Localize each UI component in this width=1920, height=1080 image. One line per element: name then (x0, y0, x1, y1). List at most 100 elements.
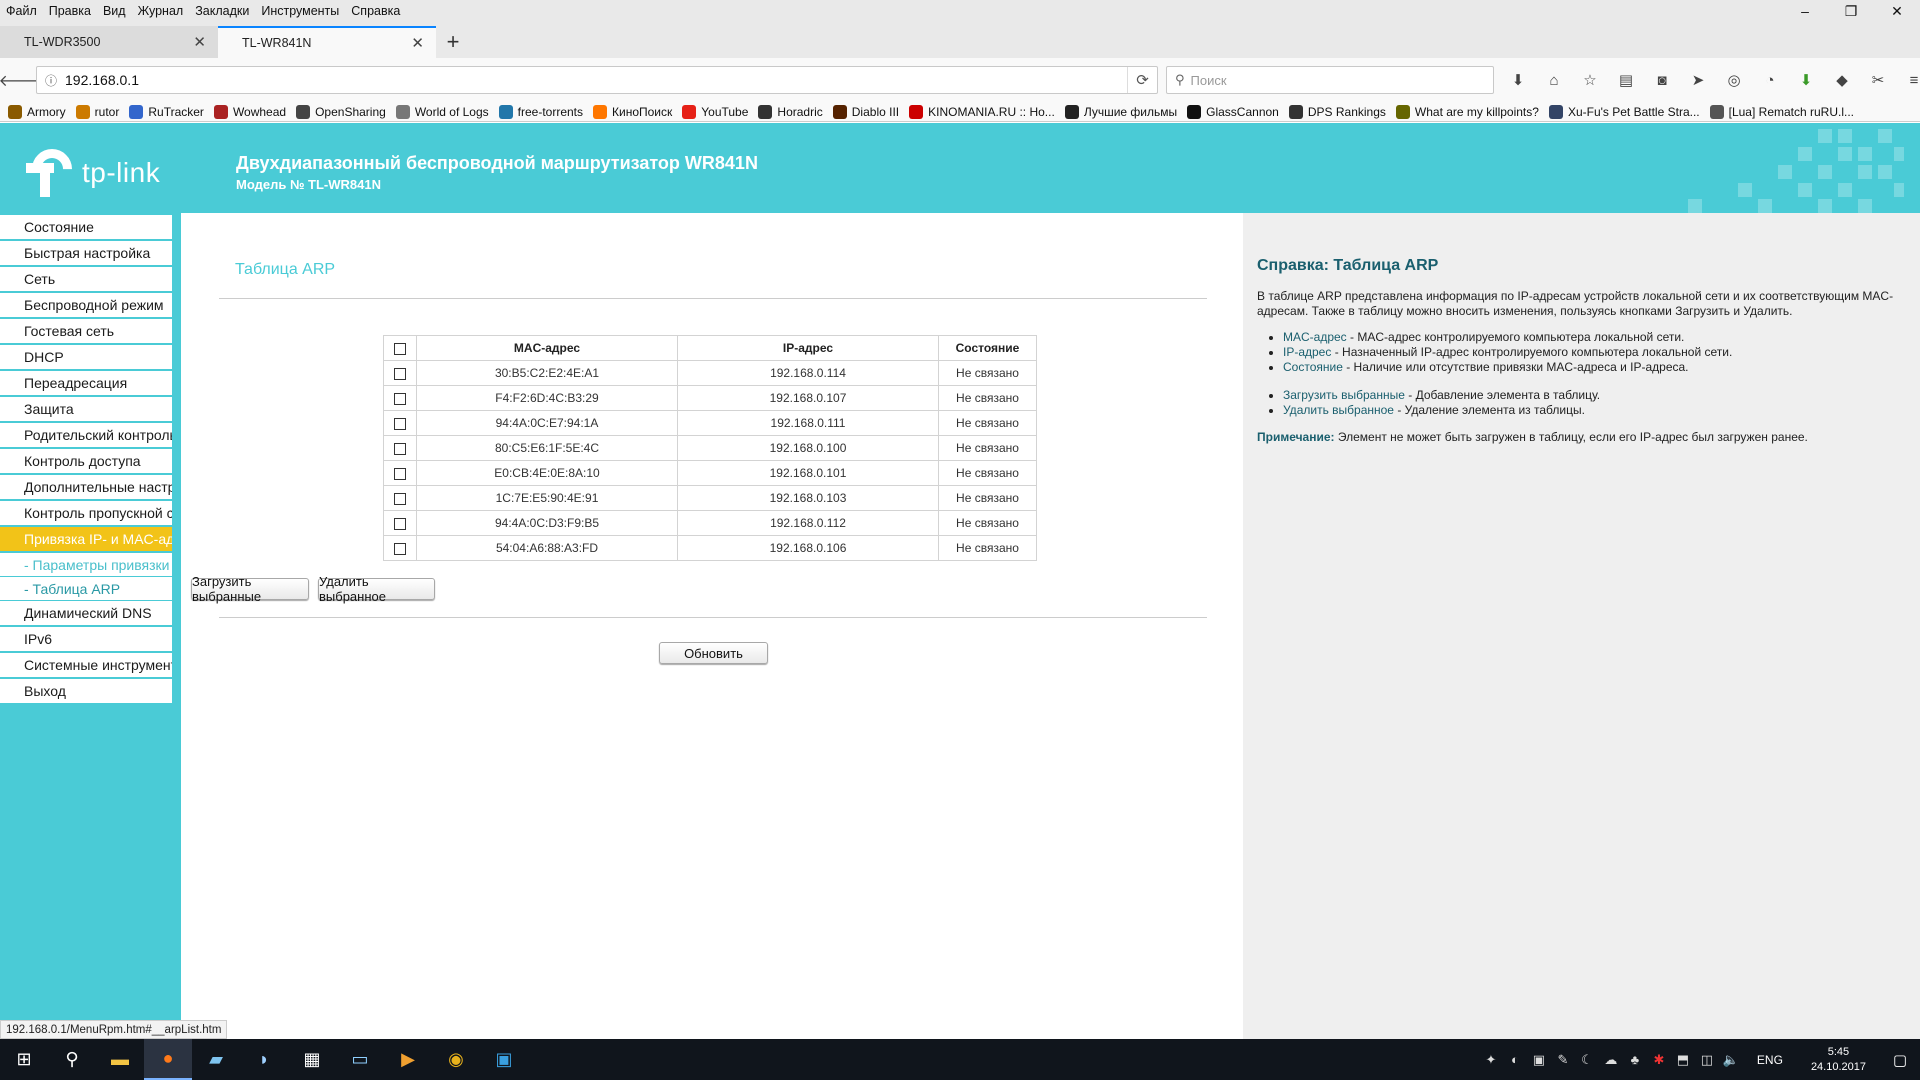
sidebar-item-ip-mac-binding[interactable]: Привязка IP- и MAC-адресов (0, 527, 172, 551)
menu-tools[interactable]: Инструменты (255, 4, 345, 18)
addon-download-icon[interactable]: ⬇ (1788, 71, 1824, 89)
image-viewer-icon[interactable]: ▭ (336, 1039, 384, 1080)
search-input[interactable]: ⚲ Поиск (1166, 66, 1494, 94)
row-checkbox[interactable] (394, 417, 406, 430)
media-player-icon[interactable]: ▶ (384, 1039, 432, 1080)
tray-app-icon[interactable]: ☾ (1575, 1052, 1599, 1068)
bookmark-item[interactable]: Xu-Fu's Pet Battle Stra... (1548, 104, 1700, 119)
reading-list-icon[interactable]: ▤ (1608, 71, 1644, 89)
sidebar-item-quick-setup[interactable]: Быстрая настройка (0, 241, 172, 265)
chrome-icon[interactable]: ◉ (432, 1039, 480, 1080)
bookmark-item[interactable]: DPS Rankings (1288, 104, 1386, 119)
firefox-icon[interactable]: ● (144, 1039, 192, 1080)
tray-app-icon[interactable]: ⬒ (1671, 1052, 1695, 1068)
home-icon[interactable]: ⌂ (1536, 72, 1572, 89)
volume-icon[interactable]: 🔈 (1719, 1052, 1743, 1068)
bookmark-item[interactable]: YouTube (682, 104, 748, 119)
pocket-icon[interactable]: ◙ (1644, 72, 1680, 89)
close-window-button[interactable]: ✕ (1874, 0, 1920, 22)
app-icon[interactable]: ◗ (240, 1039, 288, 1080)
app-window-icon[interactable]: ▣ (480, 1039, 528, 1080)
select-all-checkbox[interactable] (394, 342, 406, 355)
close-tab-icon[interactable]: ✕ (193, 33, 206, 51)
bookmark-item[interactable]: Armory (8, 104, 66, 119)
menu-edit[interactable]: Правка (43, 4, 97, 18)
row-checkbox[interactable] (394, 392, 406, 405)
bookmark-item[interactable]: free-torrents (498, 104, 583, 119)
search-icon[interactable]: ⚲ (48, 1039, 96, 1080)
tray-app-icon[interactable]: ▣ (1527, 1052, 1551, 1068)
clock[interactable]: 5:45 24.10.2017 (1797, 1045, 1880, 1075)
notepad-icon[interactable]: ▰ (192, 1039, 240, 1080)
sidebar-item-logout[interactable]: Выход (0, 679, 172, 703)
row-checkbox[interactable] (394, 492, 406, 505)
bookmark-item[interactable]: GlassCannon (1187, 104, 1279, 119)
network-icon[interactable]: ◫ (1695, 1052, 1719, 1068)
menu-file[interactable]: Файл (0, 4, 43, 18)
close-tab-icon[interactable]: ✕ (411, 34, 424, 52)
tray-app-icon[interactable]: ✱ (1647, 1052, 1671, 1068)
file-explorer-icon[interactable]: ▬ (96, 1039, 144, 1080)
row-checkbox[interactable] (394, 367, 406, 380)
sidebar-item-parental-control[interactable]: Родительский контроль (0, 423, 172, 447)
bookmark-item[interactable]: Diablo III (832, 104, 899, 119)
bookmark-item[interactable]: KINOMANIA.RU :: Ho... (909, 104, 1055, 119)
bookmark-item[interactable]: What are my killpoints? (1395, 104, 1539, 119)
tray-app-icon[interactable]: ◐ (1503, 1052, 1527, 1067)
bookmark-item[interactable]: Horadric (758, 104, 823, 119)
sidebar-item-dhcp[interactable]: DHCP (0, 345, 172, 369)
sidebar-item-wireless[interactable]: Беспроводной режим (0, 293, 172, 317)
tray-app-icon[interactable]: ♣ (1623, 1052, 1647, 1067)
menu-history[interactable]: Журнал (132, 4, 190, 18)
bookmark-item[interactable]: [Lua] Rematch ruRU.l... (1709, 104, 1854, 119)
send-icon[interactable]: ➤ (1680, 71, 1716, 89)
sidebar-item-status[interactable]: Состояние (0, 215, 172, 239)
menu-bookmarks[interactable]: Закладки (189, 4, 255, 18)
bookmark-star-icon[interactable]: ☆ (1572, 71, 1608, 89)
sync-icon[interactable]: ◎ (1716, 71, 1752, 89)
addon-settings-icon[interactable]: ✂ (1860, 71, 1896, 89)
refresh-button[interactable]: Обновить (659, 642, 768, 664)
menu-help[interactable]: Справка (345, 4, 406, 18)
tray-app-icon[interactable]: ✎ (1551, 1052, 1575, 1068)
sidebar-item-ddns[interactable]: Динамический DNS (0, 601, 172, 625)
sidebar-item-access-control[interactable]: Контроль доступа (0, 449, 172, 473)
delete-selected-button[interactable]: Удалить выбранное (318, 574, 435, 604)
tab-tl-wdr3500[interactable]: TL-WDR3500 ✕ (0, 26, 218, 58)
bookmark-item[interactable]: RuTracker (129, 104, 204, 119)
hamburger-menu-icon[interactable]: ≡ (1896, 72, 1920, 89)
address-bar[interactable]: ⓘ 192.168.0.1 ⟳ (36, 66, 1158, 94)
bookmark-item[interactable]: World of Logs (395, 104, 489, 119)
back-button[interactable]: 🡐 (0, 66, 41, 94)
sidebar-item-ipv6[interactable]: IPv6 (0, 627, 172, 651)
menu-view[interactable]: Вид (97, 4, 132, 18)
download-icon[interactable]: ⬇ (1500, 71, 1536, 89)
notification-center-icon[interactable]: ▢ (1880, 1051, 1920, 1069)
bookmark-item[interactable]: Wowhead (213, 104, 286, 119)
tray-app-icon[interactable]: ☁ (1599, 1052, 1623, 1068)
new-tab-button[interactable]: + (436, 26, 470, 58)
calculator-icon[interactable]: ▦ (288, 1039, 336, 1080)
history-icon[interactable]: ◔ (1752, 72, 1788, 89)
minimize-button[interactable]: – (1782, 0, 1828, 22)
sidebar-item-forwarding[interactable]: Переадресация (0, 371, 172, 395)
row-checkbox[interactable] (394, 442, 406, 455)
bookmark-item[interactable]: Лучшие фильмы (1064, 104, 1177, 119)
info-icon[interactable]: ⓘ (45, 72, 57, 89)
sidebar-item-bandwidth-control[interactable]: Контроль пропускной способности (0, 501, 172, 525)
sidebar-subitem-arp-list[interactable]: - Таблица ARP (0, 577, 172, 600)
row-checkbox[interactable] (394, 542, 406, 555)
sidebar-item-guest-network[interactable]: Гостевая сеть (0, 319, 172, 343)
bookmark-item[interactable]: rutor (75, 104, 119, 119)
windows-start-icon[interactable]: ⊞ (0, 1039, 48, 1080)
sidebar-subitem-binding-settings[interactable]: - Параметры привязки (0, 553, 172, 576)
reload-icon[interactable]: ⟳ (1127, 67, 1157, 93)
sidebar-item-system-tools[interactable]: Системные инструменты (0, 653, 172, 677)
row-checkbox[interactable] (394, 467, 406, 480)
addon-drop-icon[interactable]: ◆ (1824, 71, 1860, 89)
input-language[interactable]: ENG (1743, 1053, 1797, 1067)
sidebar-item-security[interactable]: Защита (0, 397, 172, 421)
bookmark-item[interactable]: OpenSharing (296, 104, 386, 119)
row-checkbox[interactable] (394, 517, 406, 530)
sidebar-item-advanced-routing[interactable]: Дополнительные настройки маршрутизации (0, 475, 172, 499)
